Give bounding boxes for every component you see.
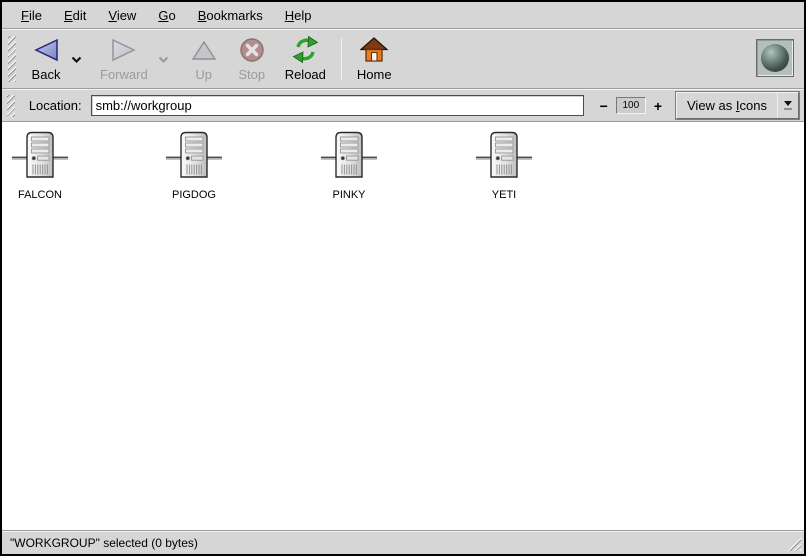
server-item-label: YETI xyxy=(464,189,544,201)
zoom-level-indicator[interactable]: 100 xyxy=(616,97,646,114)
server-item-label: PIGDOG xyxy=(154,189,234,201)
resize-grip[interactable] xyxy=(786,536,801,551)
reload-icon xyxy=(292,35,319,64)
home-icon xyxy=(360,35,388,64)
file-manager-window: File Edit View Go Bookmarks Help Back xyxy=(0,0,806,556)
menu-bookmarks[interactable]: Bookmarks xyxy=(187,4,274,27)
network-server-icon xyxy=(12,131,68,181)
network-server-icon xyxy=(321,131,377,181)
server-item-pinky[interactable]: PINKY xyxy=(309,131,389,201)
back-history-dropdown[interactable] xyxy=(68,56,85,64)
up-arrow-icon xyxy=(191,35,217,64)
network-server-icon xyxy=(476,131,532,181)
location-input[interactable] xyxy=(91,95,584,116)
throbber-icon xyxy=(756,39,794,77)
stop-button[interactable]: Stop xyxy=(230,32,274,86)
server-item-yeti[interactable]: YETI xyxy=(464,131,544,201)
location-bar: Location: − 100 + View as Icons xyxy=(2,90,804,121)
reload-button[interactable]: Reload xyxy=(278,32,333,86)
zoom-controls: − 100 + xyxy=(598,97,664,114)
location-bar-grip-handle[interactable] xyxy=(7,95,15,117)
zoom-out-button[interactable]: − xyxy=(598,99,610,113)
toolbar: Back Forward xyxy=(2,30,804,88)
menu-edit[interactable]: Edit xyxy=(53,4,97,27)
forward-arrow-icon xyxy=(110,35,138,64)
menu-view[interactable]: View xyxy=(97,4,147,27)
toolbar-separator xyxy=(341,38,342,80)
chevron-down-icon xyxy=(71,56,82,64)
stop-icon xyxy=(239,35,265,64)
menubar: File Edit View Go Bookmarks Help xyxy=(2,2,804,28)
menu-file[interactable]: File xyxy=(10,4,53,27)
dropdown-arrow-icon xyxy=(778,101,798,110)
chevron-down-icon xyxy=(158,56,169,64)
location-label: Location: xyxy=(29,98,82,113)
server-item-falcon[interactable]: FALCON xyxy=(0,131,80,201)
server-item-pigdog[interactable]: PIGDOG xyxy=(154,131,234,201)
globe-sphere-icon xyxy=(761,44,789,72)
up-button[interactable]: Up xyxy=(182,32,226,86)
forward-button[interactable]: Forward xyxy=(93,32,155,86)
menu-help[interactable]: Help xyxy=(274,4,323,27)
icon-view: FALCON PIGDOG xyxy=(2,121,804,530)
network-server-icon xyxy=(166,131,222,181)
status-bar: "WORKGROUP" selected (0 bytes) xyxy=(2,530,804,554)
view-as-dropdown[interactable]: View as Icons xyxy=(676,92,799,119)
server-item-label: PINKY xyxy=(309,189,389,201)
forward-history-dropdown[interactable] xyxy=(155,56,172,64)
back-button[interactable]: Back xyxy=(24,32,68,86)
home-button[interactable]: Home xyxy=(350,32,399,86)
server-item-label: FALCON xyxy=(0,189,80,201)
toolbar-grip-handle[interactable] xyxy=(8,36,16,82)
menu-go[interactable]: Go xyxy=(147,4,186,27)
back-arrow-icon xyxy=(32,35,60,64)
zoom-in-button[interactable]: + xyxy=(652,99,664,113)
status-text: "WORKGROUP" selected (0 bytes) xyxy=(10,536,198,550)
